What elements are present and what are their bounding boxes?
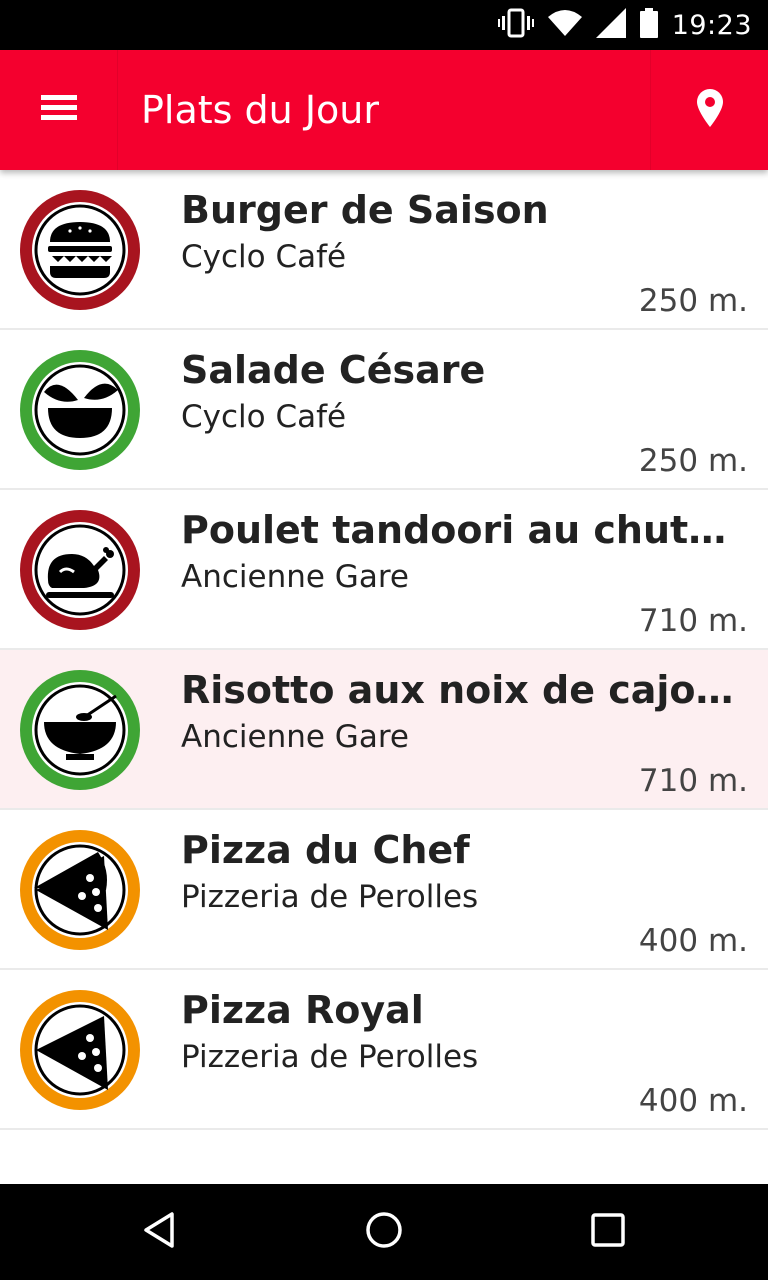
distance: 400 m.	[638, 1083, 748, 1119]
roast-chicken-icon	[20, 510, 140, 630]
list-item-dish[interactable]: Pizza du Chef Pizzeria de Perolles 400 m…	[0, 810, 768, 970]
restaurant-name: Cyclo Café	[181, 399, 347, 435]
restaurant-name: Pizzeria de Perolles	[181, 1039, 479, 1075]
wifi-icon	[547, 9, 582, 41]
recents-button[interactable]	[578, 1202, 638, 1262]
app-bar: Plats du Jour	[0, 50, 768, 170]
dish-name: Salade Césare	[181, 348, 486, 392]
home-circle-icon	[364, 1210, 404, 1254]
distance: 250 m.	[638, 443, 748, 479]
list-item-dish[interactable]: Burger de Saison Cyclo Café 250 m.	[0, 170, 768, 330]
location-button[interactable]	[650, 50, 768, 170]
dish-name: Risotto aux noix de cajou et légumes	[181, 668, 751, 712]
dish-name: Burger de Saison	[181, 188, 549, 232]
status-time: 19:23	[671, 9, 752, 41]
distance: 710 m.	[638, 763, 748, 799]
restaurant-name: Ancienne Gare	[181, 719, 409, 755]
page-title: Plats du Jour	[141, 88, 379, 132]
list-item-dish[interactable]: Pizza Royal Pizzeria de Perolles 400 m.	[0, 970, 768, 1130]
distance: 400 m.	[638, 923, 748, 959]
restaurant-name: Cyclo Café	[181, 239, 347, 275]
hamburger-menu-icon	[40, 93, 77, 127]
vibrate-icon	[497, 8, 534, 42]
status-bar: 19:23	[0, 0, 768, 50]
list-item-dish[interactable]: Poulet tandoori au chutney Ancienne Gare…	[0, 490, 768, 650]
list-item-dish[interactable]: Salade Césare Cyclo Café 250 m.	[0, 330, 768, 490]
restaurant-name: Ancienne Gare	[181, 559, 409, 595]
list-item-dish-selected[interactable]: Risotto aux noix de cajou et légumes Anc…	[0, 650, 768, 810]
pizza-slice-icon	[20, 830, 140, 950]
distance: 710 m.	[638, 603, 748, 639]
location-pin-icon	[696, 89, 723, 131]
distance: 250 m.	[638, 283, 748, 319]
soup-bowl-icon	[20, 670, 140, 790]
dish-name: Pizza du Chef	[181, 828, 470, 872]
back-triangle-icon	[140, 1210, 180, 1254]
dish-name: Pizza Royal	[181, 988, 424, 1032]
dish-name: Poulet tandoori au chutney	[181, 508, 751, 552]
back-button[interactable]	[130, 1202, 190, 1262]
system-nav-bar	[0, 1184, 768, 1280]
dish-list: Burger de Saison Cyclo Café 250 m. Salad…	[0, 170, 768, 1130]
recents-square-icon	[588, 1210, 628, 1254]
restaurant-name: Pizzeria de Perolles	[181, 879, 479, 915]
burger-icon	[20, 190, 140, 310]
salad-icon	[20, 350, 140, 470]
status-icons: 19:23	[497, 0, 752, 50]
home-button[interactable]	[354, 1202, 414, 1262]
menu-button[interactable]	[0, 50, 118, 170]
battery-icon	[639, 8, 658, 42]
pizza-slice-icon	[20, 990, 140, 1110]
cell-signal-icon	[595, 8, 626, 42]
